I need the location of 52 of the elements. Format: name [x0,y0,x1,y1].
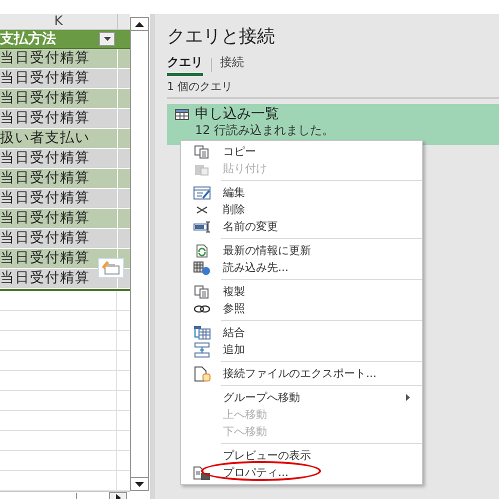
query-count: 1 個のクエリ [167,79,234,94]
scroll-up-icon[interactable] [135,22,144,26]
tab[interactable]: 接続 [220,54,244,76]
menu-item[interactable]: コピー [181,143,422,160]
paste-options-icon[interactable] [98,258,124,278]
menu-item-icon [193,186,211,200]
menu-item-icon [193,466,211,480]
menu-item[interactable]: 結合 [181,324,422,341]
menu-item-icon [194,284,210,298]
menu-item[interactable]: 名前の変更 [181,218,422,235]
tab[interactable]: クエリ [167,54,203,76]
menu-item[interactable]: 参照 [181,300,422,317]
query-name: 申し込み一覧 [195,105,279,123]
menu-item-icon [193,220,211,234]
menu-item[interactable]: 接続ファイルのエクスポート... [181,365,422,382]
table-cell: 当日受付精算 [0,149,118,168]
menu-item-icon [193,302,211,314]
pane-title: クエリと接続 [167,26,276,48]
submenu-arrow-icon [406,394,410,401]
table-cell: 当日受付精算 [0,89,118,108]
table-cell: 当日受付精算 [0,169,118,188]
table-cell: 当日受付精算 [0,209,118,228]
vertical-scrollbar[interactable] [130,17,149,491]
menu-item[interactable]: 読み込み先... [181,259,422,276]
table-icon [175,108,189,120]
scroll-right-icon[interactable] [109,492,127,499]
header-cell: 支払方法 [0,30,117,48]
table-cell: 当日受付精算 [0,189,118,208]
menu-item[interactable]: グループへ移動 [181,389,422,406]
menu-item-icon [194,144,210,158]
table-cell: 当日受付精算 [0,69,118,88]
filter-button[interactable] [99,32,115,46]
table-cell: 当日受付精算 [0,109,118,128]
menu-item-icon [193,342,211,358]
menu-item[interactable]: 削除 [181,201,422,218]
menu-item[interactable]: 編集 [181,184,422,201]
menu-item[interactable]: プロパティ... [181,464,422,481]
menu-item-icon [194,244,210,258]
table-cell: 当日受付精算 [0,229,118,248]
menu-item-icon [193,260,211,276]
dropdown-arrow-icon [104,37,110,41]
scroll-down-icon[interactable] [135,482,144,486]
menu-item-icon [193,324,211,340]
query-status: 12 行読み込まれました。 [195,123,336,137]
menu-item-icon [193,366,211,382]
table-cell: 当日受付精算 [0,49,118,68]
menu-item[interactable]: 複製 [181,283,422,300]
menu-item[interactable]: 最新の情報に更新 [181,242,422,259]
menu-item[interactable]: プレビューの表示 [181,447,422,464]
menu-item[interactable]: 追加 [181,341,422,358]
table-cell: 扱い者支払い [0,129,118,148]
query-item[interactable]: 申し込み一覧 12 行読み込まれました。 [167,104,499,145]
